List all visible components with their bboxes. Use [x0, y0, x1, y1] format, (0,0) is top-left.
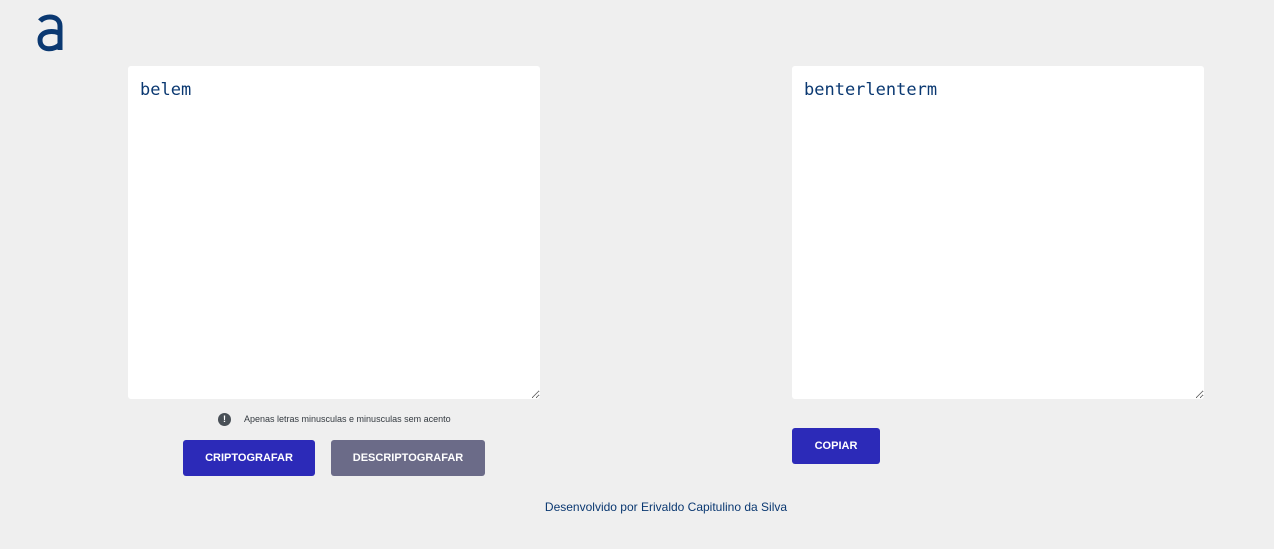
encrypt-button[interactable]: CRIPTOGRAFAR	[183, 440, 315, 476]
input-textarea[interactable]	[128, 66, 540, 399]
input-hint: ! Apenas letras minusculas e minusculas …	[218, 412, 451, 426]
page: ! Apenas letras minusculas e minusculas …	[0, 0, 1274, 549]
exclamation-circle-icon: !	[218, 412, 231, 426]
footer-text: Desenvolvido por Erivaldo Capitulino da …	[544, 500, 788, 514]
output-textarea[interactable]	[792, 66, 1204, 399]
decrypt-button[interactable]: DESCRIPTOGRAFAR	[331, 440, 485, 476]
footer: Desenvolvido por Erivaldo Capitulino da …	[0, 500, 1274, 514]
alura-logo-icon[interactable]	[36, 12, 64, 52]
copy-button[interactable]: COPIAR	[792, 428, 880, 464]
hint-text: Apenas letras minusculas e minusculas se…	[244, 414, 451, 424]
